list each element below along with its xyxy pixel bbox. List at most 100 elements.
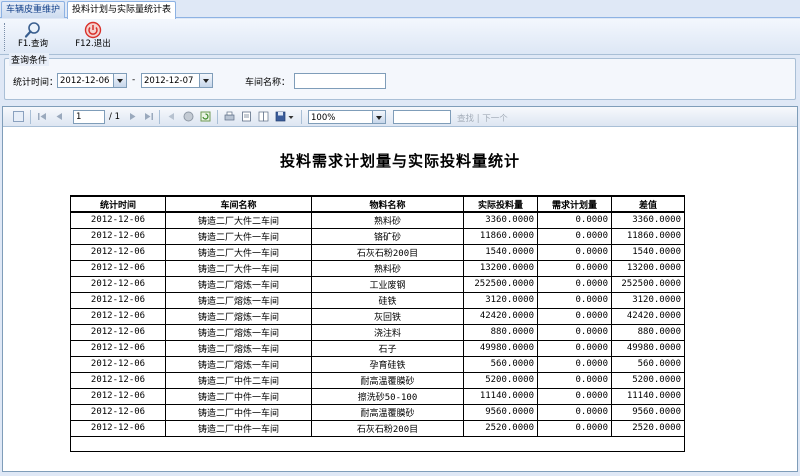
print-icon[interactable]: [224, 111, 235, 122]
cell-actual: 3360.0000: [463, 211, 538, 229]
query-button-label: F1.查询: [18, 39, 48, 49]
cell-planned: 0.0000: [537, 387, 612, 405]
table-row: 2012-12-06 铸造二厂中件二车间 耐高温覆膜砂 5200.0000 0.0000…: [70, 371, 685, 389]
workshop-input[interactable]: [294, 73, 386, 89]
cell-material: 灰回铁: [311, 307, 464, 325]
cell-workshop: 铸造二厂中件一车间: [165, 403, 312, 421]
find-next-link[interactable]: 查找 | 下一个: [457, 112, 508, 124]
cell-date: 2012-12-06: [70, 403, 166, 421]
cell-difference: 5200.0000: [611, 371, 685, 389]
column-header: 差值: [611, 195, 685, 213]
page-setup-icon[interactable]: [258, 111, 269, 122]
cell-difference: 49980.0000: [611, 339, 685, 357]
cell-date: 2012-12-06: [70, 387, 166, 405]
export-icon[interactable]: [275, 111, 286, 122]
cell-actual: 3120.0000: [463, 291, 538, 309]
cell-material: 浇注料: [311, 323, 464, 341]
cell-planned: 0.0000: [537, 291, 612, 309]
column-header: 实际投料量: [463, 195, 538, 213]
date-to-picker[interactable]: 2012-12-07: [141, 73, 213, 88]
cell-workshop: 铸造二厂大件一车间: [165, 243, 312, 261]
table-row: 2012-12-06 铸造二厂中件一车间 擦洗砂50-100 11140.0000 0.…: [70, 387, 685, 405]
cell-date: 2012-12-06: [70, 211, 166, 229]
tab-feed-statistics[interactable]: 投料计划与实际量统计表: [67, 1, 177, 19]
cell-planned: 0.0000: [537, 275, 612, 293]
cell-actual: 2520.0000: [463, 419, 538, 437]
cell-difference: 3120.0000: [611, 291, 685, 309]
cell-actual: 13200.0000: [463, 259, 538, 277]
column-header: 需求计划量: [537, 195, 612, 213]
cell-date: 2012-12-06: [70, 227, 166, 245]
cell-planned: 0.0000: [537, 323, 612, 341]
cell-planned: 0.0000: [537, 371, 612, 389]
cell-difference: 3360.0000: [611, 211, 685, 229]
column-header: 物料名称: [311, 195, 464, 213]
tab-vehicle-tare[interactable]: 车辆皮重维护: [1, 1, 66, 18]
cell-actual: 5200.0000: [463, 371, 538, 389]
cell-planned: 0.0000: [537, 339, 612, 357]
cell-workshop: 铸造二厂熔炼一车间: [165, 307, 312, 325]
chevron-down-icon[interactable]: [199, 74, 212, 87]
cell-material: 硅铁: [311, 291, 464, 309]
cell-material: 石子: [311, 339, 464, 357]
cell-planned: 0.0000: [537, 419, 612, 437]
cell-date: 2012-12-06: [70, 275, 166, 293]
cell-workshop: 铸造二厂熔炼一车间: [165, 275, 312, 293]
zoom-value: 100%: [311, 113, 336, 123]
column-header: 车间名称: [165, 195, 312, 213]
cell-planned: 0.0000: [537, 355, 612, 373]
report-title: 投料需求计划量与实际投料量统计: [279, 152, 520, 170]
zoom-select[interactable]: 100%: [308, 110, 386, 124]
print-layout-icon[interactable]: [241, 111, 252, 122]
cell-workshop: 铸造二厂大件一车间: [165, 227, 312, 245]
cell-date: 2012-12-06: [70, 259, 166, 277]
search-icon: [23, 21, 43, 39]
cell-actual: 880.0000: [463, 323, 538, 341]
chevron-down-icon[interactable]: [113, 74, 126, 87]
cell-workshop: 铸造二厂中件一车间: [165, 419, 312, 437]
table-row: 2012-12-06 铸造二厂大件二车间 熟料砂 3360.0000 0.0000 336…: [70, 211, 685, 229]
query-legend: 查询条件: [9, 53, 50, 66]
date-label: 统计时间：: [13, 78, 59, 88]
query-button[interactable]: F1.查询: [12, 21, 54, 53]
cell-actual: 11140.0000: [463, 387, 538, 405]
toolbar-grip: [4, 23, 6, 51]
cell-material: 石灰石粉200目: [311, 419, 464, 437]
chevron-down-icon[interactable]: [288, 111, 294, 122]
refresh-icon[interactable]: [200, 111, 211, 122]
chevron-down-icon[interactable]: [372, 111, 385, 123]
query-conditions-group: 查询条件 统计时间： 2012-12-06 - 2012-12-07 车间名称：: [4, 53, 796, 100]
cell-planned: 0.0000: [537, 403, 612, 421]
cell-date: 2012-12-06: [70, 323, 166, 341]
back-icon[interactable]: [166, 111, 177, 122]
table-row: 2012-12-06 铸造二厂大件一车间 熟料砂 13200.0000 0.0000 13…: [70, 259, 685, 277]
cell-material: 耐高温覆膜砂: [311, 403, 464, 421]
cell-workshop: 铸造二厂中件二车间: [165, 371, 312, 389]
cell-date: 2012-12-06: [70, 371, 166, 389]
last-page-icon[interactable]: [143, 111, 154, 122]
cell-date: 2012-12-06: [70, 339, 166, 357]
date-from-picker[interactable]: 2012-12-06: [57, 73, 127, 88]
cell-date: 2012-12-06: [70, 307, 166, 325]
exit-button[interactable]: F12.退出: [70, 21, 116, 53]
previous-page-icon[interactable]: [54, 111, 65, 122]
cell-difference: 252500.0000: [611, 275, 685, 293]
document-map-icon[interactable]: [13, 111, 24, 122]
workshop-label: 车间名称：: [245, 78, 291, 88]
next-page-icon[interactable]: [127, 111, 138, 122]
find-input[interactable]: [393, 110, 451, 124]
stop-icon[interactable]: [183, 111, 194, 122]
exit-button-label: F12.退出: [75, 39, 111, 49]
empty-cell: [70, 435, 685, 452]
page-number-input[interactable]: 1: [73, 110, 105, 124]
toolbar-separator: [217, 110, 218, 124]
table-row: 2012-12-06 铸造二厂熔炼一车间 工业废钢 252500.0000 0.0000…: [70, 275, 685, 293]
first-page-icon[interactable]: [37, 111, 48, 122]
report-page: 投料需求计划量与实际投料量统计 统计时间 车间名称 物料名称 实际投料量 需求计…: [3, 128, 797, 471]
cell-workshop: 铸造二厂中件一车间: [165, 387, 312, 405]
table-row: 2012-12-06 铸造二厂熔炼一车间 石子 49980.0000 0.0000 499…: [70, 339, 685, 357]
cell-workshop: 铸造二厂大件一车间: [165, 259, 312, 277]
report-header-row: 统计时间 车间名称 物料名称 实际投料量 需求计划量 差值: [70, 195, 685, 213]
cell-material: 熟料砂: [311, 259, 464, 277]
cell-material: 工业废钢: [311, 275, 464, 293]
